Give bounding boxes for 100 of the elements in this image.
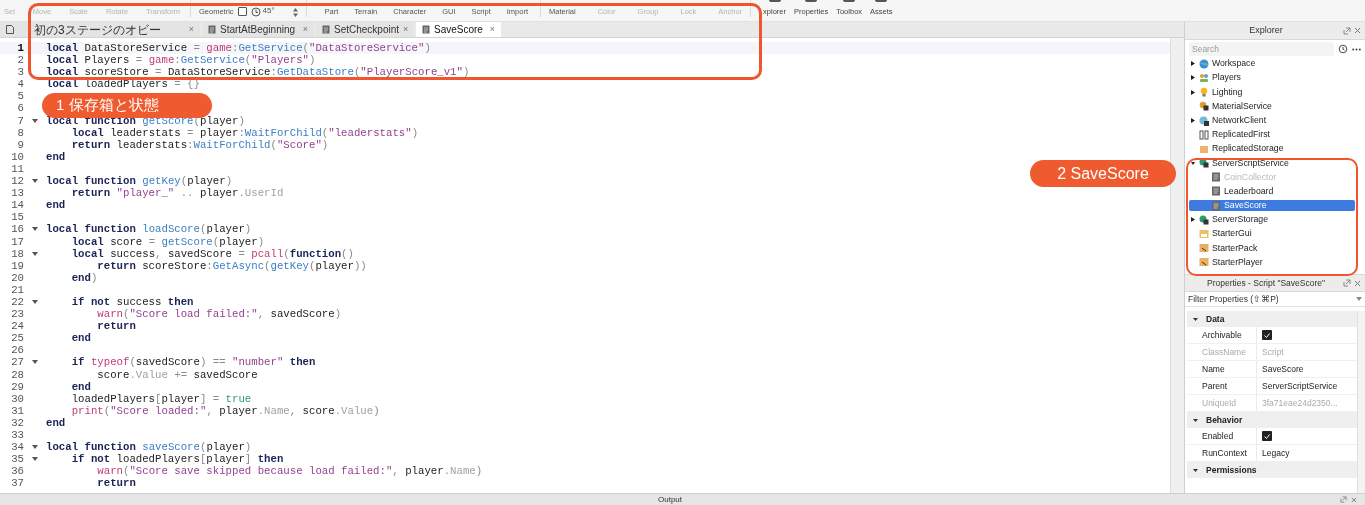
expand-arrow-icon[interactable] [1193, 316, 1198, 322]
editor-tab[interactable]: SaveScore × [416, 22, 501, 37]
stepper-icon[interactable] [292, 8, 298, 17]
line-number: 11 [10, 162, 24, 176]
close-button[interactable]: × [302, 22, 308, 37]
expand-arrow-icon[interactable] [1191, 89, 1195, 95]
fold-arrow-icon[interactable] [32, 227, 38, 232]
fold-arrow-icon[interactable] [32, 445, 38, 450]
property-value[interactable]: SaveScore [1262, 362, 1304, 376]
expand-arrow-icon[interactable] [1191, 118, 1195, 123]
tree-item[interactable]: StarterGui [1189, 228, 1355, 240]
checkbox[interactable] [237, 7, 247, 16]
section-header[interactable]: Permissions [1187, 462, 1357, 478]
tree-item[interactable]: SaveScore [1189, 199, 1355, 212]
scrollbar[interactable] [1357, 311, 1365, 493]
code-line: end [70, 332, 91, 345]
expand-arrow-icon[interactable] [1191, 75, 1195, 81]
tree-item[interactable]: MaterialService [1189, 100, 1355, 113]
close-icon[interactable] [1354, 27, 1361, 34]
editor-tab[interactable]: SetCheckpoint × [316, 22, 414, 37]
line-number: 1 [16, 42, 24, 55]
property-name: Name [1187, 361, 1257, 377]
code-line: local score = getScore(player) [70, 235, 265, 248]
expand-arrow-icon[interactable] [1191, 217, 1195, 223]
float-icon[interactable] [1343, 26, 1351, 35]
line-number: 10 [10, 150, 24, 163]
line-number: 6 [16, 102, 24, 115]
code-line: loadedPlayers[player] = true [70, 392, 252, 405]
line-number: 35 [10, 453, 24, 466]
line-number: 36 [10, 465, 24, 478]
annotation-label: 2 SaveScore [1030, 160, 1176, 187]
tab-label: StartAtBeginning [220, 23, 296, 37]
code-line: local function loadScore(player) [46, 223, 252, 236]
history-icon[interactable] [1338, 44, 1348, 54]
section-header[interactable]: Data [1187, 311, 1357, 327]
line-number: 25 [10, 332, 24, 345]
line-number: 4 [16, 78, 24, 91]
property-name: RunContext [1187, 445, 1257, 461]
close-button[interactable]: × [188, 22, 194, 37]
search-field[interactable]: Search [1189, 42, 1334, 56]
checkbox[interactable] [1262, 330, 1272, 340]
tree-item[interactable]: Players [1189, 72, 1355, 84]
fold-arrow-icon[interactable] [32, 179, 38, 184]
check-icon [1264, 332, 1270, 338]
line-number: 20 [10, 271, 24, 284]
tree-item[interactable]: Lighting [1189, 86, 1355, 98]
pack-icon [1199, 243, 1209, 254]
code-line: score.Value += savedScore [96, 368, 258, 381]
property-value[interactable]: Legacy [1262, 446, 1290, 460]
editor-tab[interactable]: 初の3ステージのオビー × [0, 22, 200, 37]
tree-item[interactable]: ServerScriptService [1189, 157, 1355, 169]
panel-title: Properties - Script "SaveScore" [1206, 276, 1326, 290]
dropdown-icon[interactable] [1356, 297, 1362, 301]
tree-item[interactable]: StarterPack [1189, 242, 1355, 254]
close-button[interactable]: × [489, 22, 495, 37]
checkbox[interactable] [1262, 431, 1272, 441]
code-line: return scoreStore:GetAsync(getKey(player)) [96, 259, 367, 272]
expand-arrow-icon[interactable] [1191, 61, 1195, 67]
section-header[interactable]: Behavior [1187, 412, 1357, 428]
property-value[interactable]: ServerScriptService [1262, 379, 1338, 393]
line-number: 5 [16, 90, 24, 103]
tree-item[interactable]: StarterPlayer [1189, 256, 1355, 269]
pack-icon [1199, 257, 1209, 268]
code-line: local function saveScore(player) [46, 441, 252, 454]
property-name: Enabled [1187, 428, 1257, 444]
code-line: return [96, 320, 136, 333]
panel-title: Explorer [1248, 23, 1284, 37]
expand-arrow-icon[interactable] [1191, 160, 1195, 166]
fold-arrow-icon[interactable] [32, 118, 38, 123]
tree-item[interactable]: ReplicatedFirst [1189, 128, 1355, 141]
tree-item[interactable]: Workspace [1189, 58, 1355, 70]
tree-item[interactable]: Leaderboard [1189, 185, 1355, 198]
fold-arrow-icon[interactable] [32, 457, 38, 462]
filter-field[interactable]: Filter Properties (⇧⌘P) [1188, 292, 1356, 306]
scrollbar[interactable] [1170, 38, 1184, 493]
close-icon[interactable] [1351, 496, 1357, 503]
code-line: end [46, 199, 66, 212]
tree-item[interactable]: NetworkClient [1189, 114, 1355, 127]
expand-arrow-icon[interactable] [1193, 467, 1198, 473]
box-icon [1199, 143, 1209, 154]
fold-arrow-icon[interactable] [32, 251, 38, 256]
code-line: return [96, 477, 136, 490]
more-icon[interactable] [1352, 47, 1361, 51]
fold-arrow-icon[interactable] [32, 360, 38, 365]
expand-arrow-icon[interactable] [1193, 417, 1198, 423]
close-icon[interactable] [1354, 279, 1361, 287]
script-icon [208, 25, 216, 34]
tree-item[interactable]: ServerStorage [1189, 214, 1355, 226]
close-button[interactable]: × [403, 22, 409, 37]
float-icon[interactable] [1343, 279, 1351, 287]
script-icon [1211, 172, 1221, 183]
tree-item[interactable]: ReplicatedStorage [1189, 143, 1355, 155]
code-line: end) [70, 271, 98, 284]
line-number: 27 [10, 356, 24, 369]
editor-tab[interactable]: StartAtBeginning × [202, 22, 314, 37]
fold-arrow-icon[interactable] [32, 300, 38, 304]
code-line: print("Score loaded:", player.Name, score.Value) [70, 404, 380, 417]
angle-value[interactable]: 45° [262, 5, 291, 17]
code-line: return "player_" .. player.UserId [70, 187, 284, 200]
line-number: 23 [10, 308, 24, 321]
